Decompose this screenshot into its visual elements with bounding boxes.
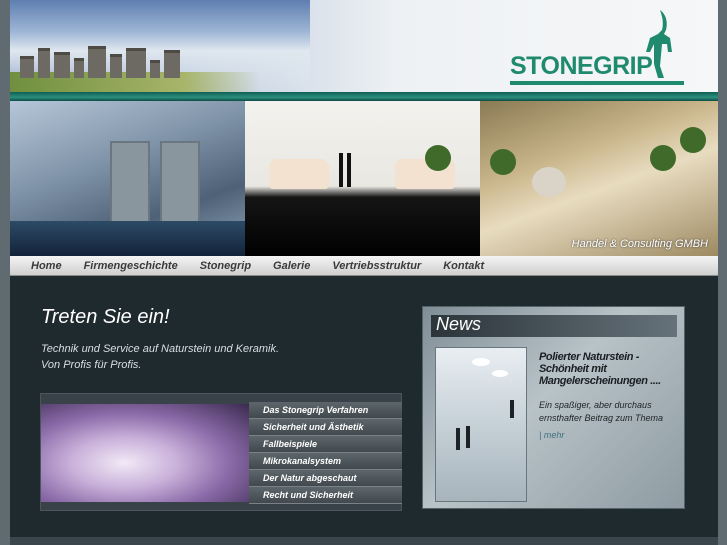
feature-menu-item-sicherheit-aesthetik[interactable]: Sicherheit und Ästhetik bbox=[249, 419, 402, 436]
nav-item-firmengeschichte[interactable]: Firmengeschichte bbox=[84, 260, 178, 272]
nav-item-stonegrip[interactable]: Stonegrip bbox=[200, 260, 251, 272]
brand-underline bbox=[510, 81, 684, 85]
news-title: News bbox=[436, 314, 482, 334]
feature-menu-item-fallbeispiele[interactable]: Fallbeispiele bbox=[249, 436, 402, 453]
news-teaser: Ein spaßiger, aber durchaus ernsthafter … bbox=[539, 400, 664, 423]
intro-line-1: Technik und Service auf Naturstein und K… bbox=[41, 343, 280, 355]
main-nav: Home Firmengeschichte Stonegrip Galerie … bbox=[10, 256, 718, 276]
page-title: Treten Sie ein! bbox=[41, 306, 170, 328]
ibex-logo-icon bbox=[646, 10, 672, 78]
stonehenge-stones bbox=[16, 44, 196, 78]
hero-caption: Handel & Consulting GMBH bbox=[571, 238, 708, 250]
header-banner: STONEGRIP bbox=[10, 0, 718, 92]
feature-menu: Das Stonegrip Verfahren Sicherheit und Ä… bbox=[249, 402, 402, 504]
intro-line-2: Von Profis für Profis. bbox=[41, 359, 142, 371]
intro-text: Technik und Service auf Naturstein und K… bbox=[41, 341, 279, 373]
brand-wordmark: STONEGRIP bbox=[510, 52, 653, 80]
hero-photo-living-room bbox=[245, 101, 480, 256]
news-more-link[interactable]: | mehr bbox=[539, 430, 564, 440]
hero-photo-strip: Handel & Consulting GMBH bbox=[10, 101, 718, 256]
feature-menu-item-recht[interactable]: Recht und Sicherheit bbox=[249, 487, 402, 504]
feature-menu-item-natur[interactable]: Der Natur abgeschaut bbox=[249, 470, 402, 487]
hero-photo-hotel-hall: Handel & Consulting GMBH bbox=[480, 101, 718, 256]
news-headline[interactable]: Polierter Naturstein - Schönheit mit Man… bbox=[539, 351, 679, 387]
nav-item-vertriebsstruktur[interactable]: Vertriebsstruktur bbox=[332, 260, 421, 272]
hero-photo-lobby bbox=[10, 101, 245, 256]
feature-box: Das Stonegrip Verfahren Sicherheit und Ä… bbox=[40, 393, 402, 511]
news-panel: News Polierter Naturstein - Schönheit mi… bbox=[422, 306, 685, 509]
feature-menu-item-verfahren[interactable]: Das Stonegrip Verfahren bbox=[249, 402, 402, 419]
brand-logo[interactable]: STONEGRIP bbox=[510, 8, 700, 86]
news-photo[interactable] bbox=[435, 347, 527, 502]
microscope-image bbox=[41, 404, 249, 502]
nav-item-home[interactable]: Home bbox=[31, 260, 62, 272]
feature-menu-item-mikrokanalsystem[interactable]: Mikrokanalsystem bbox=[249, 453, 402, 470]
news-header: News bbox=[431, 314, 677, 337]
nav-item-kontakt[interactable]: Kontakt bbox=[443, 260, 484, 272]
footer-strip bbox=[10, 537, 718, 545]
header-divider bbox=[10, 92, 718, 101]
nav-item-galerie[interactable]: Galerie bbox=[273, 260, 310, 272]
page: STONEGRIP Handel & Consulting GMBH Home … bbox=[10, 0, 718, 545]
